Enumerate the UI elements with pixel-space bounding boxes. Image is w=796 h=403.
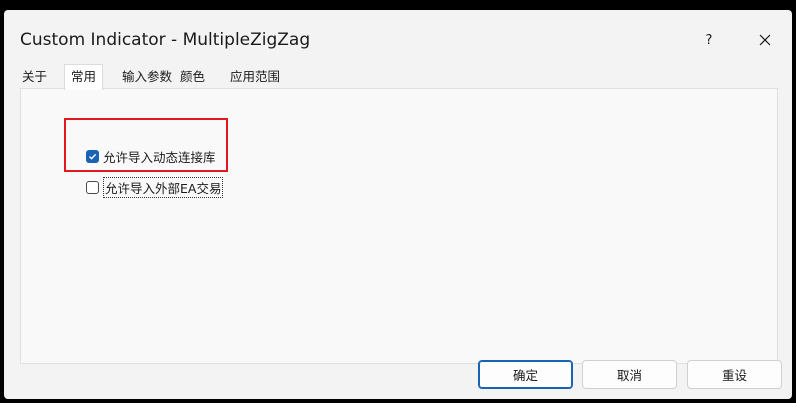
allow-ea-checkbox[interactable] bbox=[86, 181, 99, 194]
allow-dll-label: 允许导入动态连接库 bbox=[103, 150, 216, 165]
allow-dll-option[interactable]: 允许导入动态连接库 bbox=[86, 147, 216, 166]
tab-colors[interactable]: 颜色 bbox=[178, 66, 207, 88]
checkmark-icon bbox=[89, 153, 97, 160]
tab-about[interactable]: 关于 bbox=[20, 66, 49, 88]
title-bar: Custom Indicator - MultipleZigZag ? bbox=[4, 10, 792, 62]
allow-ea-label: 允许导入外部EA交易 bbox=[103, 177, 224, 198]
help-button[interactable]: ? bbox=[686, 24, 732, 56]
allow-dll-checkbox[interactable] bbox=[86, 150, 99, 163]
dialog-window: Custom Indicator - MultipleZigZag ? 关于 常… bbox=[4, 10, 792, 399]
allow-ea-option[interactable]: 允许导入外部EA交易 bbox=[86, 177, 224, 198]
window-title: Custom Indicator - MultipleZigZag bbox=[20, 30, 311, 50]
tab-common[interactable]: 常用 bbox=[64, 64, 104, 90]
close-icon bbox=[759, 34, 771, 46]
reset-button[interactable]: 重设 bbox=[687, 360, 782, 389]
tab-visualization[interactable]: 应用范围 bbox=[228, 66, 282, 88]
cancel-button[interactable]: 取消 bbox=[582, 360, 677, 389]
ok-button[interactable]: 确定 bbox=[478, 360, 573, 389]
close-button[interactable] bbox=[742, 24, 788, 56]
tab-inputs[interactable]: 输入参数 bbox=[120, 66, 174, 88]
